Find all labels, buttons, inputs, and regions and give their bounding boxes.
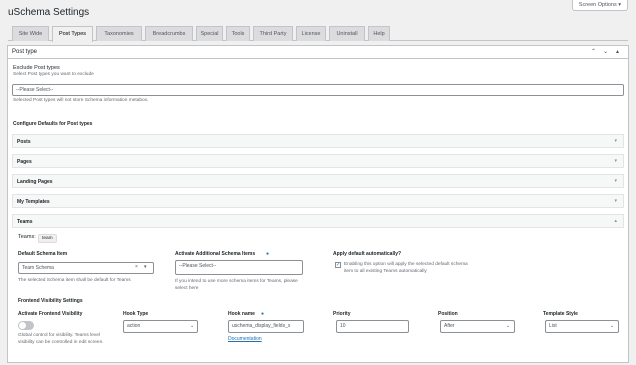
accordion-label: Landing Pages [17, 179, 53, 185]
hook-name-input[interactable]: uschema_display_fields_s [228, 320, 304, 333]
settings-tabs: Site Wide Post Types Taxonomies Breadcru… [8, 26, 628, 42]
documentation-link[interactable]: Documentation [228, 336, 262, 342]
hook-type-label: Hook Type [123, 311, 149, 317]
tab-tools[interactable]: Tools [226, 26, 250, 41]
accordion-label: My Templates [17, 199, 50, 205]
exclude-post-types-desc: Select Post types you want to exclude [13, 72, 94, 77]
additional-schema-label: Activate Additional Schema Items [175, 251, 256, 257]
tab-taxonomies[interactable]: Taxonomies [96, 26, 142, 41]
hook-name-label: Hook name [228, 311, 255, 317]
teams-slug-label: Teams: [18, 234, 36, 240]
accordion-label: Teams [17, 219, 33, 225]
toggle-knob [19, 322, 26, 329]
default-schema-select[interactable]: Team Schema [18, 262, 154, 274]
screen-options-button[interactable]: Screen Options ▾ [571, 0, 628, 11]
additional-schema-select[interactable]: --Please Select-- [175, 260, 303, 275]
chevron-down-icon: ⌄ [610, 323, 615, 329]
template-style-label: Template Style [543, 311, 578, 317]
clear-selection-icon[interactable]: × [135, 264, 138, 270]
chevron-down-icon: ▾ [614, 198, 617, 204]
default-schema-hint: The selected Schema item shall be defaul… [18, 278, 131, 283]
tab-third-party[interactable]: Third Party [253, 26, 293, 41]
page-title: uSchema Settings [8, 7, 90, 18]
accordion-landing-pages[interactable]: Landing Pages ▾ [12, 174, 624, 188]
teams-slug-badge: team [38, 234, 57, 243]
apply-default-hint: Enabling this option will apply the sele… [344, 262, 468, 274]
chevron-down-icon: ▾ [614, 178, 617, 184]
chevron-down-icon: ⌄ [190, 323, 195, 329]
chevron-down-icon: ⌄ [506, 323, 511, 329]
apply-default-checkbox[interactable]: ✓ [335, 262, 341, 268]
frontend-visibility-heading: Frontend Visibility Settings [18, 298, 83, 304]
chevron-down-icon: ▾ [614, 138, 617, 144]
accordion-pages[interactable]: Pages ▾ [12, 154, 624, 168]
tab-uninstall[interactable]: Uninstall [329, 26, 365, 41]
panel-title: Post type [12, 49, 38, 55]
post-type-panel: Post type ⌃ ⌄ ▴ Exclude Post types Selec… [7, 45, 629, 363]
accordion-label: Posts [17, 139, 31, 145]
hook-type-select[interactable]: action [123, 320, 198, 333]
collapse-panel-icon[interactable]: ▴ [613, 48, 622, 55]
tab-site-wide[interactable]: Site Wide [12, 26, 49, 41]
accordion-teams[interactable]: Teams ▴ [12, 214, 624, 228]
template-style-select[interactable]: List [545, 320, 619, 333]
configure-defaults-heading: Configure Defaults for Post types [13, 121, 93, 127]
move-up-icon[interactable]: ⌃ [589, 48, 598, 55]
chevron-down-icon: ▾ [614, 158, 617, 164]
move-down-icon[interactable]: ⌄ [601, 48, 610, 55]
exclude-post-types-label: Exclude Post types [13, 65, 60, 71]
tab-license[interactable]: License [296, 26, 326, 41]
frontend-visibility-hint: Global control for visibility. Teams lev… [18, 333, 104, 345]
info-icon[interactable]: ● [261, 311, 264, 317]
tab-special[interactable]: Special [196, 26, 223, 41]
additional-schema-hint: If you intend to use more schema items f… [175, 279, 298, 291]
priority-input[interactable]: 10 [336, 320, 409, 333]
default-schema-label: Default Schema Item [18, 251, 68, 257]
chevron-down-icon: ▾ [144, 264, 147, 270]
exclude-post-types-note: Selected Post types will not store Schem… [13, 98, 149, 103]
position-select[interactable]: After [440, 320, 515, 333]
info-icon[interactable]: ● [266, 251, 269, 257]
tab-help[interactable]: Help [368, 26, 390, 41]
exclude-post-types-select[interactable]: --Please Select-- [12, 84, 624, 96]
tab-post-types[interactable]: Post Types [52, 26, 93, 42]
chevron-up-icon: ▴ [614, 218, 617, 224]
position-label: Position [438, 311, 458, 317]
accordion-posts[interactable]: Posts ▾ [12, 134, 624, 148]
frontend-visibility-toggle[interactable] [18, 321, 34, 330]
accordion-label: Pages [17, 159, 32, 165]
frontend-visibility-label: Activate Frontend Visibility [18, 311, 83, 317]
panel-header[interactable]: Post type ⌃ ⌄ ▴ [8, 46, 628, 59]
apply-default-label: Apply default automatically? [333, 251, 402, 257]
tab-breadcrumbs[interactable]: Breadcrumbs [145, 26, 193, 41]
accordion-my-templates[interactable]: My Templates ▾ [12, 194, 624, 208]
priority-label: Priority [333, 311, 351, 317]
